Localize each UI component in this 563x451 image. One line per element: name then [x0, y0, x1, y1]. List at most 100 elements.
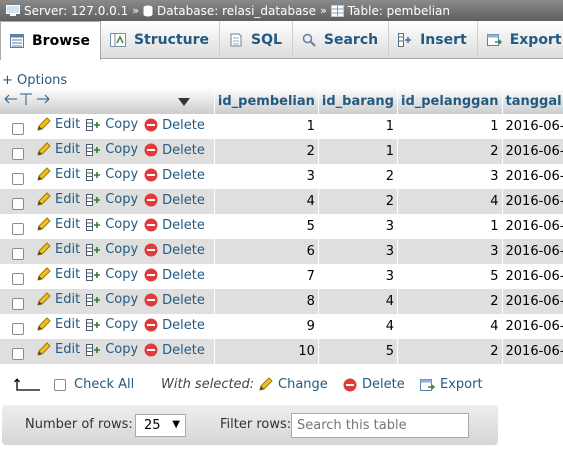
cell-id-barang[interactable]: 2 [318, 164, 398, 189]
cell-id-pembelian[interactable]: 7 [214, 264, 319, 289]
column-header[interactable]: id_pelanggan [397, 88, 503, 114]
row-checkbox[interactable] [12, 347, 24, 360]
edit-link[interactable]: Edit [36, 142, 80, 157]
cell-id-pembelian[interactable]: 3 [214, 164, 319, 189]
copy-link[interactable]: Copy [86, 317, 138, 332]
tab-structure[interactable]: Structure [101, 21, 220, 58]
copy-link[interactable]: Copy [86, 192, 138, 207]
cell-id-barang[interactable]: 3 [318, 214, 398, 239]
cell-tanggal[interactable]: 2016-06-04 [502, 264, 563, 289]
table-row[interactable]: Edit Copy Delete 7352016-06-04 [0, 264, 563, 289]
edit-link[interactable]: Edit [36, 317, 80, 332]
cell-id-pelanggan[interactable]: 2 [397, 339, 503, 364]
delete-link[interactable]: Delete [144, 168, 205, 183]
column-header[interactable]: tanggal [502, 88, 563, 114]
cell-tanggal[interactable]: 2016-06-05 [502, 314, 563, 339]
cell-id-pelanggan[interactable]: 2 [397, 289, 503, 314]
table-row[interactable]: EditCopyDelete6332016-06-04 [0, 239, 563, 264]
row-checkbox[interactable] [12, 272, 24, 285]
tab-insert[interactable]: Insert [389, 21, 478, 58]
copy-link[interactable]: Copy [86, 342, 138, 357]
delete-link[interactable]: Delete [144, 343, 205, 358]
tab-search[interactable]: Search [293, 21, 390, 58]
cell-id-pembelian[interactable]: 6 [214, 239, 319, 264]
column-header[interactable]: id_pembelian [214, 88, 319, 114]
row-checkbox[interactable] [12, 172, 24, 185]
cell-id-pelanggan[interactable]: 1 [397, 114, 503, 139]
copy-link[interactable]: Copy [86, 167, 138, 182]
rows-per-page-select[interactable]: 25 ▼ [135, 414, 186, 437]
cell-tanggal[interactable]: 2016-06-03 [502, 189, 563, 214]
breadcrumb-table[interactable]: Table: pembelian [330, 4, 450, 18]
cell-tanggal[interactable]: 2016-06-05 [502, 289, 563, 314]
bulk-change-button[interactable]: Change [258, 377, 328, 392]
cell-id-barang[interactable]: 4 [318, 314, 398, 339]
cell-id-pelanggan[interactable]: 2 [397, 139, 503, 164]
copy-link[interactable]: Copy [86, 117, 138, 132]
row-checkbox[interactable] [12, 222, 24, 235]
filter-rows-input[interactable] [291, 413, 469, 438]
cell-id-pembelian[interactable]: 4 [214, 189, 319, 214]
cell-id-barang[interactable]: 1 [318, 114, 398, 139]
cell-id-pelanggan[interactable]: 4 [397, 314, 503, 339]
cell-id-pembelian[interactable]: 1 [214, 114, 319, 139]
row-checkbox[interactable] [12, 147, 24, 160]
cell-tanggal[interactable]: 2016-06-01 [502, 114, 563, 139]
edit-link[interactable]: Edit [36, 292, 80, 307]
tab-browse[interactable]: Browse [0, 21, 101, 60]
cell-id-barang[interactable]: 1 [318, 139, 398, 164]
delete-link[interactable]: Delete [144, 243, 205, 258]
cell-tanggal[interactable]: 2016-06-03 [502, 164, 563, 189]
tab-sql[interactable]: SQL [220, 21, 293, 58]
cell-tanggal[interactable]: 2016-06-02 [502, 139, 563, 164]
table-row[interactable]: EditCopyDelete4242016-06-03 [0, 189, 563, 214]
cell-tanggal[interactable]: 2016-06-04 [502, 239, 563, 264]
cell-id-pembelian[interactable]: 2 [214, 139, 319, 164]
bulk-export-button[interactable]: Export [420, 377, 483, 392]
cell-id-barang[interactable]: 3 [318, 239, 398, 264]
edit-link[interactable]: Edit [36, 192, 80, 207]
cell-tanggal[interactable]: 2016-06-06 [502, 339, 563, 364]
copy-link[interactable]: Copy [86, 242, 138, 257]
cell-id-pembelian[interactable]: 8 [214, 289, 319, 314]
copy-link[interactable]: Copy [86, 142, 138, 157]
cell-id-pembelian[interactable]: 9 [214, 314, 319, 339]
breadcrumb-server[interactable]: Server: 127.0.0.1 [6, 4, 128, 18]
edit-link[interactable]: Edit [36, 167, 80, 182]
delete-link[interactable]: Delete [144, 293, 205, 308]
row-checkbox[interactable] [12, 297, 24, 310]
edit-link[interactable]: Edit [36, 117, 80, 132]
breadcrumb-database[interactable]: Database: relasi_database [143, 4, 316, 18]
table-row[interactable]: Edit Copy Delete 10522016-06-06 [0, 339, 563, 364]
delete-link[interactable]: Delete [144, 318, 205, 333]
cell-id-pelanggan[interactable]: 4 [397, 189, 503, 214]
column-header[interactable]: id_barang [318, 88, 398, 114]
table-row[interactable]: EditCopyDelete2122016-06-02 [0, 139, 563, 164]
delete-link[interactable]: Delete [144, 218, 205, 233]
row-checkbox[interactable] [12, 247, 24, 260]
copy-link[interactable]: Copy [86, 267, 138, 282]
cell-tanggal[interactable]: 2016-06-04 [502, 214, 563, 239]
row-checkbox[interactable] [12, 322, 24, 335]
bulk-delete-button[interactable]: Delete [343, 377, 405, 392]
copy-link[interactable]: Copy [86, 292, 138, 307]
cell-id-pembelian[interactable]: 10 [214, 339, 319, 364]
cell-id-barang[interactable]: 3 [318, 264, 398, 289]
table-row[interactable]: Edit Copy Delete 5312016-06-04 [0, 214, 563, 239]
sort-dropdown-icon[interactable] [177, 96, 190, 111]
cell-id-pelanggan[interactable]: 3 [397, 239, 503, 264]
edit-link[interactable]: Edit [36, 242, 80, 257]
cell-id-pelanggan[interactable]: 5 [397, 264, 503, 289]
delete-link[interactable]: Delete [144, 143, 205, 158]
cell-id-barang[interactable]: 2 [318, 189, 398, 214]
table-row[interactable]: EditCopyDelete9442016-06-05 [0, 314, 563, 339]
edit-link[interactable]: Edit [36, 267, 80, 282]
check-all-checkbox[interactable] [54, 379, 66, 391]
edit-link[interactable]: Edit [36, 217, 80, 232]
table-row[interactable]: EditCopyDelete3232016-06-03 [0, 164, 563, 189]
delete-link[interactable]: Delete [144, 118, 205, 133]
cell-id-pembelian[interactable]: 5 [214, 214, 319, 239]
cell-id-pelanggan[interactable]: 1 [397, 214, 503, 239]
row-checkbox[interactable] [12, 122, 24, 135]
cell-id-pelanggan[interactable]: 3 [397, 164, 503, 189]
